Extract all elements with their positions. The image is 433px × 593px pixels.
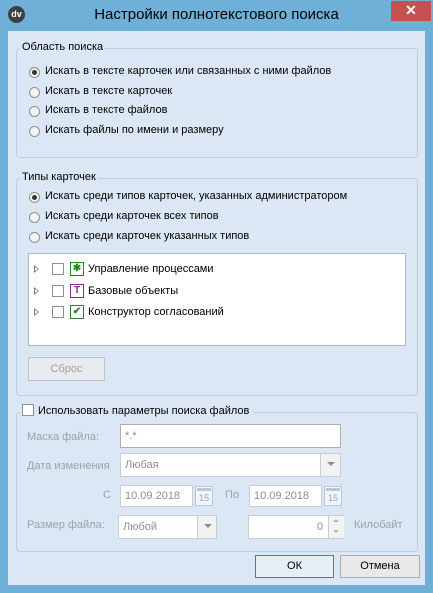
radio-label-search-files-text[interactable]: Искать в тексте файлов bbox=[45, 104, 167, 116]
radio-label-all-types[interactable]: Искать среди карточек всех типов bbox=[45, 210, 219, 222]
spin-up-icon[interactable] bbox=[333, 519, 339, 522]
approval-designer-icon: ✔ bbox=[70, 305, 84, 319]
tree-item-checkbox[interactable] bbox=[52, 306, 64, 318]
size-dropdown-value: Любой bbox=[123, 521, 158, 533]
tree-item-label[interactable]: Управление процессами bbox=[88, 263, 214, 275]
expand-arrow-icon[interactable] bbox=[34, 287, 39, 295]
expand-arrow-icon[interactable] bbox=[34, 308, 39, 316]
date-dropdown-value: Любая bbox=[125, 459, 159, 471]
ok-button[interactable]: ОК bbox=[255, 555, 334, 578]
card-types-label: Типы карточек bbox=[20, 171, 98, 183]
radio-label-search-cards-text[interactable]: Искать в тексте карточек bbox=[45, 85, 172, 97]
search-area-label: Область поиска bbox=[20, 41, 106, 53]
use-file-search-label[interactable]: Использовать параметры поиска файлов bbox=[38, 405, 249, 417]
date-dropdown[interactable]: Любая bbox=[120, 453, 341, 477]
close-button[interactable]: ✕ bbox=[391, 1, 431, 21]
radio-all-types[interactable] bbox=[29, 212, 40, 223]
title-bar: dv Настройки полнотекстового поиска ✕ bbox=[0, 0, 433, 30]
radio-label-specified-types[interactable]: Искать среди карточек указанных типов bbox=[45, 230, 249, 242]
file-mask-input[interactable]: *.* bbox=[120, 424, 341, 448]
to-date-input[interactable]: 10.09.2018 bbox=[249, 485, 322, 507]
radio-search-files-text[interactable] bbox=[29, 106, 40, 117]
use-file-search-checkbox[interactable] bbox=[22, 404, 34, 416]
radio-types-by-admin[interactable] bbox=[29, 192, 40, 203]
calendar-icon[interactable]: 15 bbox=[195, 486, 213, 506]
radio-label-search-cards-or-files[interactable]: Искать в тексте карточек или связанных с… bbox=[45, 65, 331, 77]
reset-button[interactable]: Сброс bbox=[28, 357, 105, 381]
radio-search-cards-text[interactable] bbox=[29, 87, 40, 98]
tree-item-checkbox[interactable] bbox=[52, 263, 64, 275]
radio-search-cards-or-files[interactable] bbox=[29, 67, 40, 78]
size-unit-label: Килобайт bbox=[354, 519, 403, 531]
size-label: Размер файла: bbox=[27, 519, 105, 531]
date-label: Дата изменения bbox=[27, 460, 110, 472]
card-types-tree[interactable]: ✱ Управление процессами T Базовые объект… bbox=[28, 253, 406, 346]
expand-arrow-icon[interactable] bbox=[34, 265, 39, 273]
mask-label: Маска файла: bbox=[27, 431, 100, 443]
radio-label-types-by-admin[interactable]: Искать среди типов карточек, указанных а… bbox=[45, 190, 347, 202]
from-label: С bbox=[103, 489, 111, 501]
calendar-icon[interactable]: 15 bbox=[324, 486, 342, 506]
window-title: Настройки полнотекстового поиска bbox=[94, 6, 339, 23]
to-label: По bbox=[225, 489, 240, 501]
cancel-button[interactable]: Отмена bbox=[340, 555, 420, 578]
tree-item-checkbox[interactable] bbox=[52, 285, 64, 297]
process-management-icon: ✱ bbox=[70, 262, 84, 276]
chevron-down-icon[interactable] bbox=[197, 516, 216, 538]
spin-down-icon[interactable] bbox=[333, 530, 339, 533]
file-search-header: Использовать параметры поиска файлов bbox=[20, 404, 254, 417]
from-date-input[interactable]: 10.09.2018 bbox=[120, 485, 193, 507]
tree-item-label[interactable]: Конструктор согласований bbox=[88, 306, 224, 318]
radio-label-search-files-name-size[interactable]: Искать файлы по имени и размеру bbox=[45, 124, 224, 136]
radio-specified-types[interactable] bbox=[29, 232, 40, 243]
radio-search-files-name-size[interactable] bbox=[29, 126, 40, 137]
base-objects-icon: T bbox=[70, 284, 84, 298]
tree-item-label[interactable]: Базовые объекты bbox=[88, 285, 178, 297]
chevron-down-icon[interactable] bbox=[320, 454, 340, 476]
size-spinner[interactable] bbox=[328, 516, 344, 538]
